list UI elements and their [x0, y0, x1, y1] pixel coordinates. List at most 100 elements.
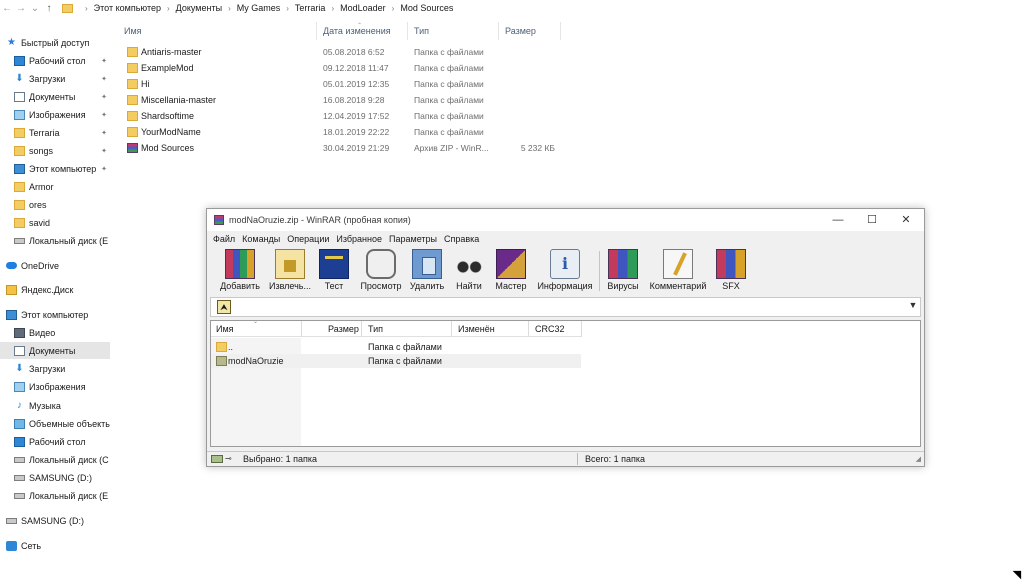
close-button[interactable]: ✕ [889, 212, 923, 228]
column-header-name[interactable]: Имя [216, 324, 234, 334]
archive-row-selected[interactable]: modNaOruzie Папка с файлами [211, 354, 581, 368]
column-separator[interactable] [581, 321, 582, 337]
breadcrumb-item[interactable]: Mod Sources [400, 3, 453, 13]
breadcrumb-item[interactable]: Этот компьютер [94, 3, 161, 13]
sidebar-item-desktop[interactable]: Рабочий стол ✦ [14, 52, 124, 69]
key-icon[interactable]: ⊸ [225, 454, 232, 463]
file-row[interactable]: Shardsoftime 12.04.2019 17:52 Папка с фа… [117, 108, 567, 124]
delete-button[interactable]: Удалить [409, 249, 445, 293]
sidebar-item-local-disk-e-pc[interactable]: Локальный диск (E [14, 487, 110, 504]
status-divider [577, 453, 578, 465]
column-separator[interactable] [301, 321, 302, 337]
column-separator[interactable] [498, 22, 499, 40]
breadcrumb-item[interactable]: Terraria [295, 3, 326, 13]
info-button[interactable]: Информация [536, 249, 594, 293]
sidebar-item-network[interactable]: Сеть [6, 537, 116, 554]
breadcrumb-item[interactable]: My Games [237, 3, 281, 13]
menu-commands[interactable]: Команды [242, 234, 280, 244]
file-row[interactable]: Hi 05.01.2019 12:35 Папка с файлами [117, 76, 567, 92]
find-button[interactable]: Найти [453, 249, 485, 293]
file-list-header: ⌃ Имя Дата изменения Тип Размер [117, 22, 567, 40]
sidebar-item-onedrive[interactable]: OneDrive [6, 257, 116, 274]
sidebar-item-label: Локальный диск (E [29, 490, 109, 501]
column-header-date[interactable]: Дата изменения [323, 26, 391, 36]
sidebar-item-video[interactable]: Видео [14, 324, 124, 341]
sidebar-item-music[interactable]: ♪ Музыка [14, 397, 124, 414]
sidebar-item-terraria[interactable]: Terraria ✦ [14, 124, 124, 141]
column-separator[interactable] [361, 321, 362, 337]
test-button[interactable]: Тест [319, 249, 349, 293]
file-row[interactable]: Mod Sources 30.04.2019 21:29 Архив ZIP -… [117, 140, 567, 156]
add-button[interactable]: Добавить [218, 249, 262, 293]
view-button[interactable]: Просмотр [358, 249, 404, 293]
sidebar-item-ores[interactable]: ores [14, 196, 124, 213]
sidebar-item-3d-objects[interactable]: Объемные объекты [14, 415, 110, 432]
column-header-size[interactable]: Размер [328, 324, 359, 334]
sort-indicator-icon: ⌄ [253, 319, 259, 325]
sidebar-item-savid[interactable]: savid [14, 214, 124, 231]
virus-scan-button[interactable]: Вирусы [606, 249, 640, 293]
sidebar-item-this-pc-pinned[interactable]: Этот компьютер ✦ [14, 160, 124, 177]
resize-grip-icon[interactable]: ◢ [916, 455, 921, 463]
sidebar-item-downloads-pc[interactable]: ⬇ Загрузки [14, 360, 124, 377]
column-header-name[interactable]: Имя [124, 26, 142, 36]
sfx-button[interactable]: SFX [715, 249, 747, 293]
column-separator[interactable] [528, 321, 529, 337]
menu-operations[interactable]: Операции [287, 234, 329, 244]
breadcrumb-item[interactable]: ModLoader [340, 3, 386, 13]
sidebar-item-quick-access[interactable]: ★ Быстрый доступ [6, 34, 116, 51]
recent-locations-dropdown[interactable]: ⌄ [28, 3, 42, 14]
column-header-crc32[interactable]: CRC32 [535, 324, 565, 334]
sidebar-item-documents-pc[interactable]: Документы [0, 342, 110, 359]
winrar-title-bar[interactable]: modNaOruzie.zip - WinRAR (пробная копия)… [207, 209, 924, 231]
column-separator[interactable] [316, 22, 317, 40]
maximize-button[interactable]: ☐ [855, 212, 889, 228]
sidebar-item-songs[interactable]: songs ✦ [14, 142, 124, 159]
comment-button[interactable]: Комментарий [647, 249, 709, 293]
yandex-disk-icon [6, 284, 17, 295]
sidebar-item-this-pc[interactable]: Этот компьютер [6, 306, 116, 323]
archive-path-bar[interactable]: ⮝ ▼ [210, 297, 921, 317]
column-header-size[interactable]: Размер [505, 26, 536, 36]
file-row[interactable]: Miscellania-master 16.08.2018 9:28 Папка… [117, 92, 567, 108]
column-separator[interactable] [407, 22, 408, 40]
wizard-button[interactable]: Мастер [494, 249, 528, 293]
column-separator[interactable] [451, 321, 452, 337]
column-separator[interactable] [560, 22, 561, 40]
sidebar-item-yandex-disk[interactable]: Яндекс.Диск [6, 281, 116, 298]
sidebar-item-armor[interactable]: Armor [14, 178, 124, 195]
sidebar-item-local-disk-c[interactable]: Локальный диск (C [14, 451, 110, 468]
menu-help[interactable]: Справка [444, 234, 479, 244]
back-button[interactable]: ← [0, 3, 14, 14]
forward-button[interactable]: → [14, 3, 28, 14]
up-folder-button[interactable]: ⮝ [217, 300, 231, 314]
archive-row-parent[interactable]: .. Папка с файлами [211, 340, 581, 354]
sidebar-item-desktop-pc[interactable]: Рабочий стол [14, 433, 124, 450]
drive-icon[interactable] [211, 455, 223, 463]
sidebar-item-local-disk-e[interactable]: Локальный диск (E [14, 232, 110, 249]
sidebar-item-downloads[interactable]: ⬇ Загрузки ✦ [14, 70, 124, 87]
sidebar-item-label: Загрузки [29, 73, 66, 84]
column-header-type[interactable]: Тип [414, 26, 429, 36]
sidebar-item-pictures-pc[interactable]: Изображения [14, 378, 124, 395]
sidebar-item-samsung-d[interactable]: SAMSUNG (D:) [14, 469, 124, 486]
file-row[interactable]: ExampleMod 09.12.2018 11:47 Папка с файл… [117, 60, 567, 76]
file-row[interactable]: Antiaris-master 05.08.2018 6:52 Папка с … [117, 44, 567, 60]
menu-options[interactable]: Параметры [389, 234, 437, 244]
sidebar-item-pictures[interactable]: Изображения ✦ [14, 106, 124, 123]
menu-favorites[interactable]: Избранное [336, 234, 382, 244]
sidebar-item-samsung-d-root[interactable]: SAMSUNG (D:) [6, 512, 116, 529]
column-header-type[interactable]: Тип [368, 324, 383, 334]
path-dropdown-button[interactable]: ▼ [908, 300, 918, 314]
archive-file-list[interactable]: ⌄ Имя Размер Тип Изменён CRC32 .. Папка … [210, 319, 921, 447]
menu-file[interactable]: Файл [213, 234, 235, 244]
extract-button[interactable]: Извлечь... [266, 249, 314, 293]
minimize-button[interactable]: — [821, 212, 855, 228]
file-date: 30.04.2019 21:29 [323, 143, 390, 153]
info-icon [550, 249, 580, 279]
breadcrumb-item[interactable]: Документы [176, 3, 222, 13]
sidebar-item-documents[interactable]: Документы ✦ [14, 88, 124, 105]
up-button[interactable]: ↑ [42, 3, 56, 14]
column-header-modified[interactable]: Изменён [458, 324, 495, 334]
file-row[interactable]: YourModName 18.01.2019 22:22 Папка с фай… [117, 124, 567, 140]
